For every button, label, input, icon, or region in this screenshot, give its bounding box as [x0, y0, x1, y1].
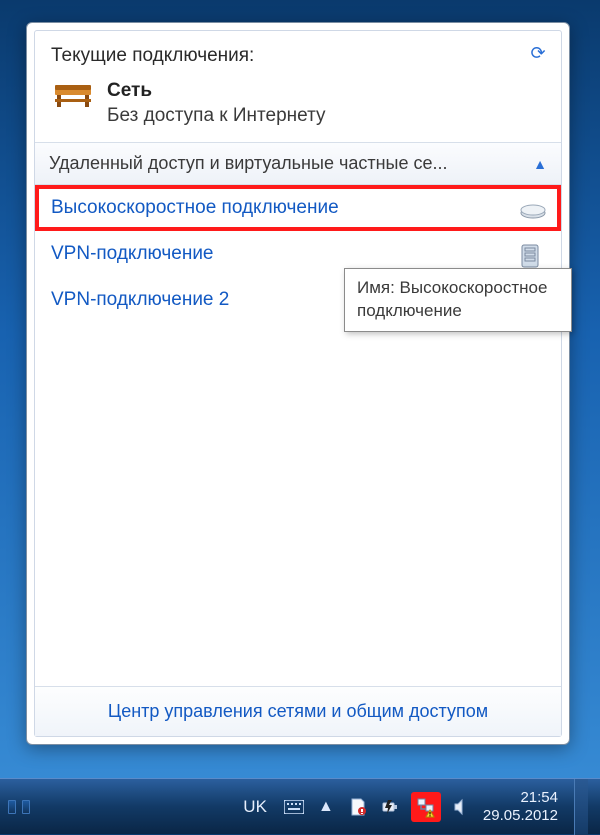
clock-time: 21:54 [483, 789, 558, 806]
power-icon[interactable] [379, 796, 401, 818]
connection-label: VPN-подключение 2 [51, 289, 229, 311]
network-flyout: Текущие подключения: ⟳ Сеть Без доступа … [26, 22, 570, 745]
taskbar-left [0, 800, 237, 814]
volume-icon[interactable] [451, 796, 473, 818]
show-desktop-button[interactable] [574, 779, 588, 835]
network-name: Сеть [107, 79, 326, 104]
taskbar-window-2[interactable] [22, 800, 30, 814]
connection-item[interactable]: Высокоскоростное подключение [35, 185, 561, 231]
flyout-inner: Текущие подключения: ⟳ Сеть Без доступа … [34, 30, 562, 737]
tooltip-text: Имя: Высокоскоростное подключение [357, 278, 547, 320]
chevron-up-tray-icon[interactable]: ▲ [315, 796, 337, 818]
taskbar-clock[interactable]: 21:54 29.05.2012 [483, 789, 558, 824]
taskbar: UK ▲ 21:54 29.05.2012 [0, 778, 600, 834]
taskbar-window-1[interactable] [8, 800, 16, 814]
current-network-row: Сеть Без доступа к Интернету [35, 75, 561, 142]
network-status: Без доступа к Интернету [107, 104, 326, 129]
section-label: Удаленный доступ и виртуальные частные с… [49, 153, 448, 174]
language-indicator[interactable]: UK [237, 795, 273, 819]
current-network-text: Сеть Без доступа к Интернету [107, 79, 326, 128]
network-sharing-center-link[interactable]: Центр управления сетями и общим доступом [35, 686, 561, 736]
connection-tooltip: Имя: Высокоскоростное подключение [344, 268, 572, 332]
refresh-icon[interactable]: ⟳ [527, 43, 549, 65]
connection-label: Высокоскоростное подключение [51, 197, 339, 219]
network-tray-icon[interactable] [411, 792, 441, 822]
flyout-header: Текущие подключения: ⟳ [35, 31, 561, 75]
server-icon [519, 243, 547, 265]
connection-list: Высокоскоростное подключение VPN-подключе… [35, 185, 561, 686]
clock-date: 29.05.2012 [483, 807, 558, 824]
system-tray: UK ▲ 21:54 29.05.2012 [237, 779, 600, 835]
current-connections-title: Текущие подключения: [51, 45, 254, 67]
modem-icon [519, 197, 547, 219]
connection-label: VPN-подключение [51, 243, 214, 265]
bench-network-icon [51, 79, 95, 113]
keyboard-icon[interactable] [283, 796, 305, 818]
action-center-icon[interactable] [347, 796, 369, 818]
chevron-up-icon: ▲ [533, 156, 547, 172]
dialup-vpn-section-header[interactable]: Удаленный доступ и виртуальные частные с… [35, 142, 561, 185]
